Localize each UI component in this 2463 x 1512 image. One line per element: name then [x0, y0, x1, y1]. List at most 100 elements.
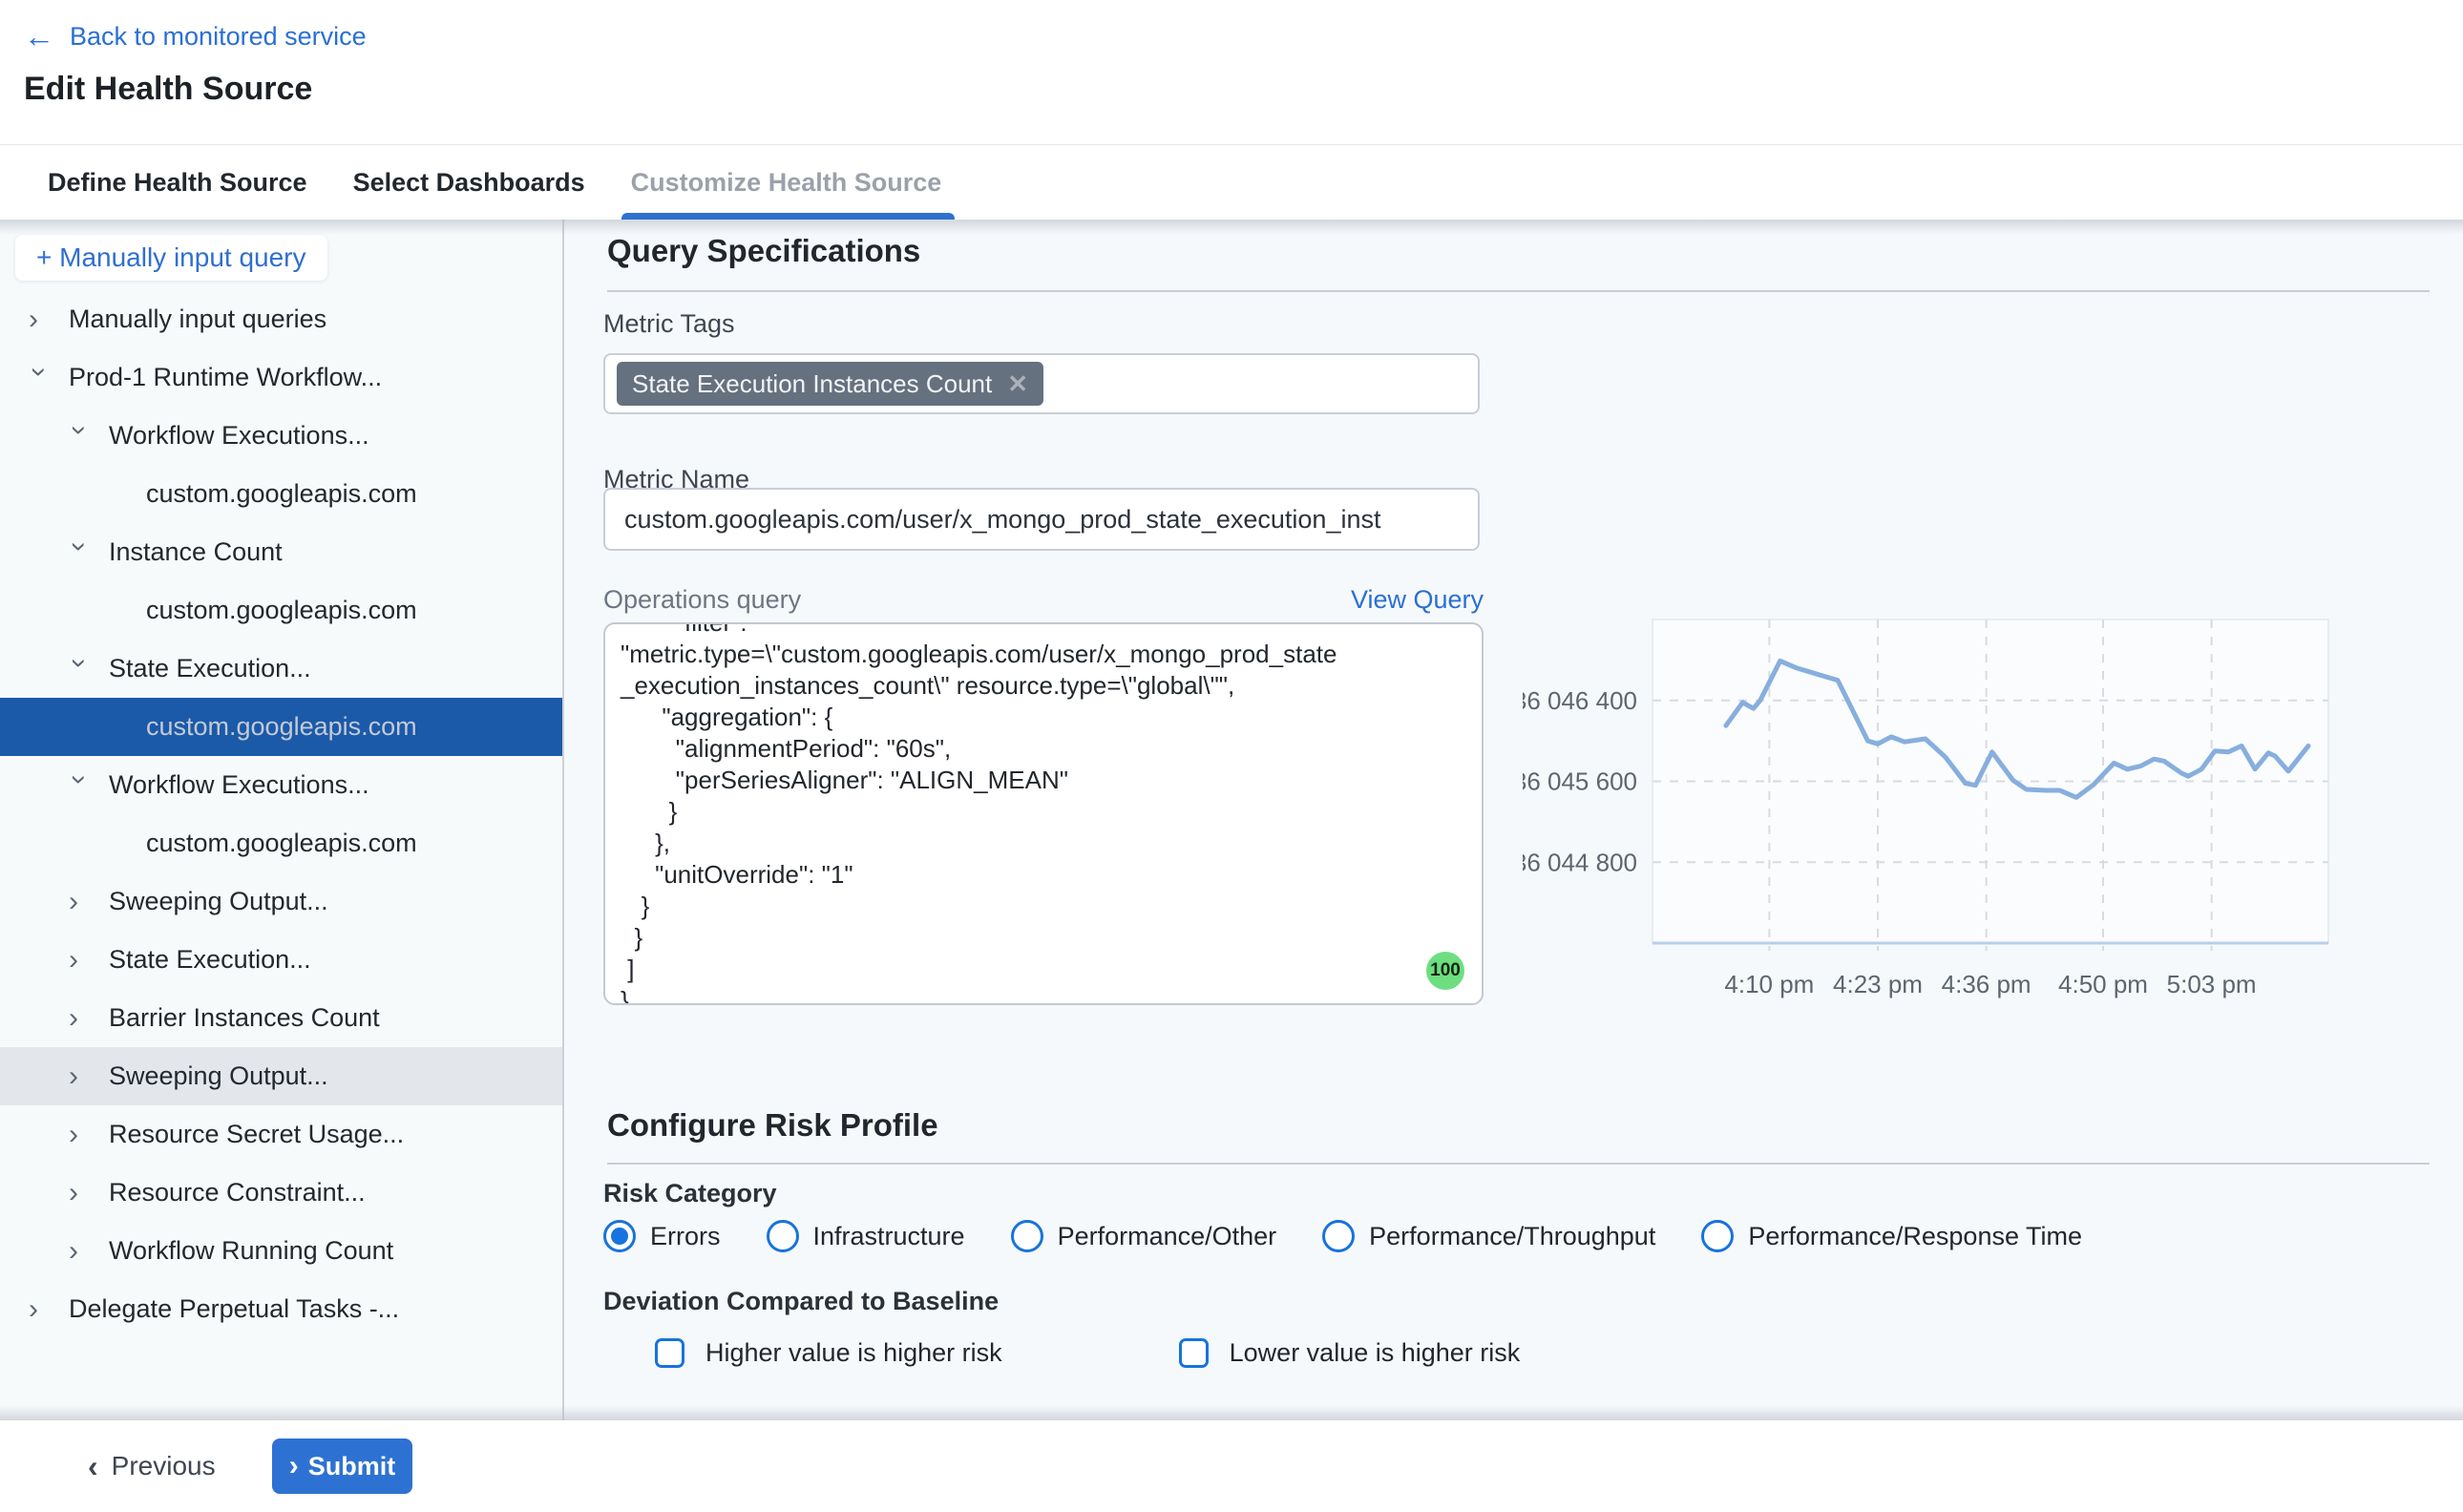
main-panel: Query Specifications Metric Tags State E… — [564, 220, 2463, 1420]
tree-item[interactable]: › Sweeping Output... — [0, 1047, 562, 1105]
tree-item[interactable]: ›Sweeping Output... — [0, 872, 562, 931]
svg-text:4:10 pm: 4:10 pm — [1724, 970, 1814, 998]
tree-item[interactable]: › Workflow Executions... — [0, 756, 562, 814]
risk-option-performance-response-time[interactable]: Performance/Response Time — [1701, 1220, 2082, 1252]
tree-item-label: Workflow Executions... — [109, 421, 369, 451]
previous-button[interactable]: ‹ Previous — [88, 1420, 216, 1512]
chevron-right-icon[interactable]: › — [69, 888, 95, 916]
add-manual-query-label: + Manually input query — [36, 242, 306, 273]
tree-item[interactable]: ›Resource Secret Usage... — [0, 1105, 562, 1164]
metric-name-input[interactable]: custom.googleapis.com/user/x_mongo_prod_… — [603, 488, 1480, 551]
chevron-right-icon[interactable]: › — [69, 1121, 95, 1149]
risk-option-performance-other[interactable]: Performance/Other — [1011, 1220, 1277, 1252]
tree-item-label: State Execution... — [109, 654, 311, 683]
metric-preview-chart: 36 046 40036 045 60036 044 8004:10 pm4:2… — [1523, 601, 2358, 1002]
metric-tree: › Manually input queries ›Prod-1 Runtime W… — [0, 290, 562, 1338]
tree-item[interactable]: ›Prod-1 Runtime Workflow... — [0, 348, 562, 407]
query-specifications-heading: Query Specifications — [607, 233, 920, 269]
submit-button-label: Submit — [308, 1452, 396, 1481]
view-query-link[interactable]: View Query — [1351, 585, 1484, 615]
radio-unselected-icon[interactable] — [1322, 1220, 1355, 1252]
risk-option-label: Performance/Response Time — [1748, 1222, 2082, 1251]
chevron-right-icon[interactable]: › — [69, 1004, 95, 1033]
radio-unselected-icon[interactable] — [1011, 1220, 1043, 1252]
tree-item[interactable]: custom.googleapis.com — [0, 581, 562, 640]
tree-item[interactable]: custom.googleapis.com — [0, 698, 562, 756]
tree-item[interactable]: ›Workflow Running Count — [0, 1222, 562, 1280]
risk-option-performance-throughput[interactable]: Performance/Throughput — [1322, 1220, 1655, 1252]
deviation-option-higher-value-is-higher-risk[interactable]: Higher value is higher risk — [655, 1338, 1002, 1368]
query-score-badge: 100 — [1426, 952, 1464, 990]
risk-option-infrastructure[interactable]: Infrastructure — [767, 1220, 965, 1252]
tree-item-label: Sweeping Output... — [109, 1061, 328, 1091]
configure-risk-profile-heading: Configure Risk Profile — [607, 1107, 938, 1144]
risk-option-label: Performance/Other — [1058, 1222, 1277, 1251]
tree-item-label: custom.googleapis.com — [146, 479, 425, 509]
tree-item-label: custom.googleapis.com — [146, 712, 425, 742]
tree-item[interactable]: ›Instance Count — [0, 523, 562, 581]
tree-item[interactable]: › Manually input queries — [0, 290, 562, 348]
tree-item-label: custom.googleapis.com — [146, 596, 425, 625]
tab-select-dashboards[interactable]: Select Dashboards — [353, 145, 585, 220]
add-manual-query-button[interactable]: + Manually input query — [15, 235, 327, 281]
chevron-down-icon[interactable]: › — [65, 658, 94, 684]
section-divider — [607, 1163, 2430, 1165]
tab-define-health-source[interactable]: Define Health Source — [48, 145, 307, 220]
tree-item[interactable]: › Workflow Executions... — [0, 407, 562, 465]
tree-item-label: State Execution... — [109, 945, 311, 975]
operations-query-textarea[interactable]: "filter": "metric.type=\"custom.googleap… — [603, 622, 1484, 1005]
back-link[interactable]: ← Back to monitored service — [24, 21, 367, 52]
svg-text:4:50 pm: 4:50 pm — [2058, 970, 2148, 998]
svg-text:36 046 400: 36 046 400 — [1523, 686, 1637, 715]
section-divider — [607, 290, 2430, 292]
chevron-down-icon[interactable]: › — [65, 425, 94, 452]
submit-button[interactable]: › Submit — [272, 1438, 412, 1494]
risk-option-errors[interactable]: Errors — [603, 1220, 721, 1252]
previous-button-label: Previous — [112, 1451, 216, 1481]
radio-selected-icon[interactable] — [603, 1220, 636, 1252]
deviation-option-label: Higher value is higher risk — [705, 1338, 1002, 1368]
tree-item-label: Workflow Executions... — [109, 770, 369, 800]
chevron-down-icon[interactable]: › — [65, 541, 94, 568]
checkbox-icon[interactable] — [655, 1338, 684, 1368]
chevron-right-icon[interactable]: › — [69, 1179, 95, 1208]
chevron-down-icon[interactable]: › — [25, 367, 53, 393]
tree-item[interactable]: ›Delegate Perpetual Tasks -... — [0, 1280, 562, 1338]
risk-option-label: Errors — [650, 1222, 721, 1251]
tree-item[interactable]: ›Barrier Instances Count — [0, 989, 562, 1047]
tree-item[interactable]: custom.googleapis.com — [0, 465, 562, 523]
footer-bar: ‹ Previous › Submit — [0, 1420, 2463, 1512]
deviation-label: Deviation Compared to Baseline — [603, 1287, 999, 1316]
risk-category-label: Risk Category — [603, 1179, 777, 1208]
tree-item[interactable]: custom.googleapis.com — [0, 814, 562, 872]
deviation-option-label: Lower value is higher risk — [1230, 1338, 1521, 1368]
checkbox-icon[interactable] — [1179, 1338, 1209, 1368]
metric-tag-chip-label: State Execution Instances Count — [632, 369, 992, 399]
tab-customize-health-source[interactable]: Customize Health Source — [631, 145, 942, 220]
metric-tags-input[interactable]: State Execution Instances Count ✕ — [603, 353, 1480, 414]
deviation-options: Higher value is higher risk Lower value i… — [603, 1338, 1520, 1368]
operations-query-row: Operations query View Query — [603, 585, 1484, 615]
chevron-right-icon[interactable]: › — [29, 305, 55, 334]
chevron-right-icon[interactable]: › — [69, 946, 95, 975]
operations-query-text: "filter": "metric.type=\"custom.googleap… — [605, 622, 1482, 1005]
chevron-right-icon[interactable]: › — [69, 1237, 95, 1266]
radio-unselected-icon[interactable] — [767, 1220, 799, 1252]
metric-tags-label: Metric Tags — [603, 309, 735, 339]
chevron-right-icon[interactable]: › — [29, 1295, 55, 1324]
chevron-down-icon[interactable]: › — [65, 774, 94, 801]
deviation-option-lower-value-is-higher-risk[interactable]: Lower value is higher risk — [1179, 1338, 1521, 1368]
tree-item[interactable]: › State Execution... — [0, 640, 562, 698]
risk-option-label: Performance/Throughput — [1369, 1222, 1655, 1251]
tree-item[interactable]: › State Execution... — [0, 931, 562, 989]
chevron-right-icon[interactable]: › — [69, 1062, 95, 1091]
radio-unselected-icon[interactable] — [1701, 1220, 1734, 1252]
tree-item[interactable]: ›Resource Constraint... — [0, 1164, 562, 1222]
operations-query-label: Operations query — [603, 585, 801, 615]
metric-sidebar: + Manually input query › Manually input q… — [0, 220, 564, 1420]
remove-tag-icon[interactable]: ✕ — [1007, 369, 1028, 399]
back-link-label: Back to monitored service — [70, 22, 367, 52]
tree-item-label: Manually input queries — [69, 304, 326, 334]
svg-text:4:36 pm: 4:36 pm — [1942, 970, 2031, 998]
tree-item-label: custom.googleapis.com — [146, 829, 425, 858]
